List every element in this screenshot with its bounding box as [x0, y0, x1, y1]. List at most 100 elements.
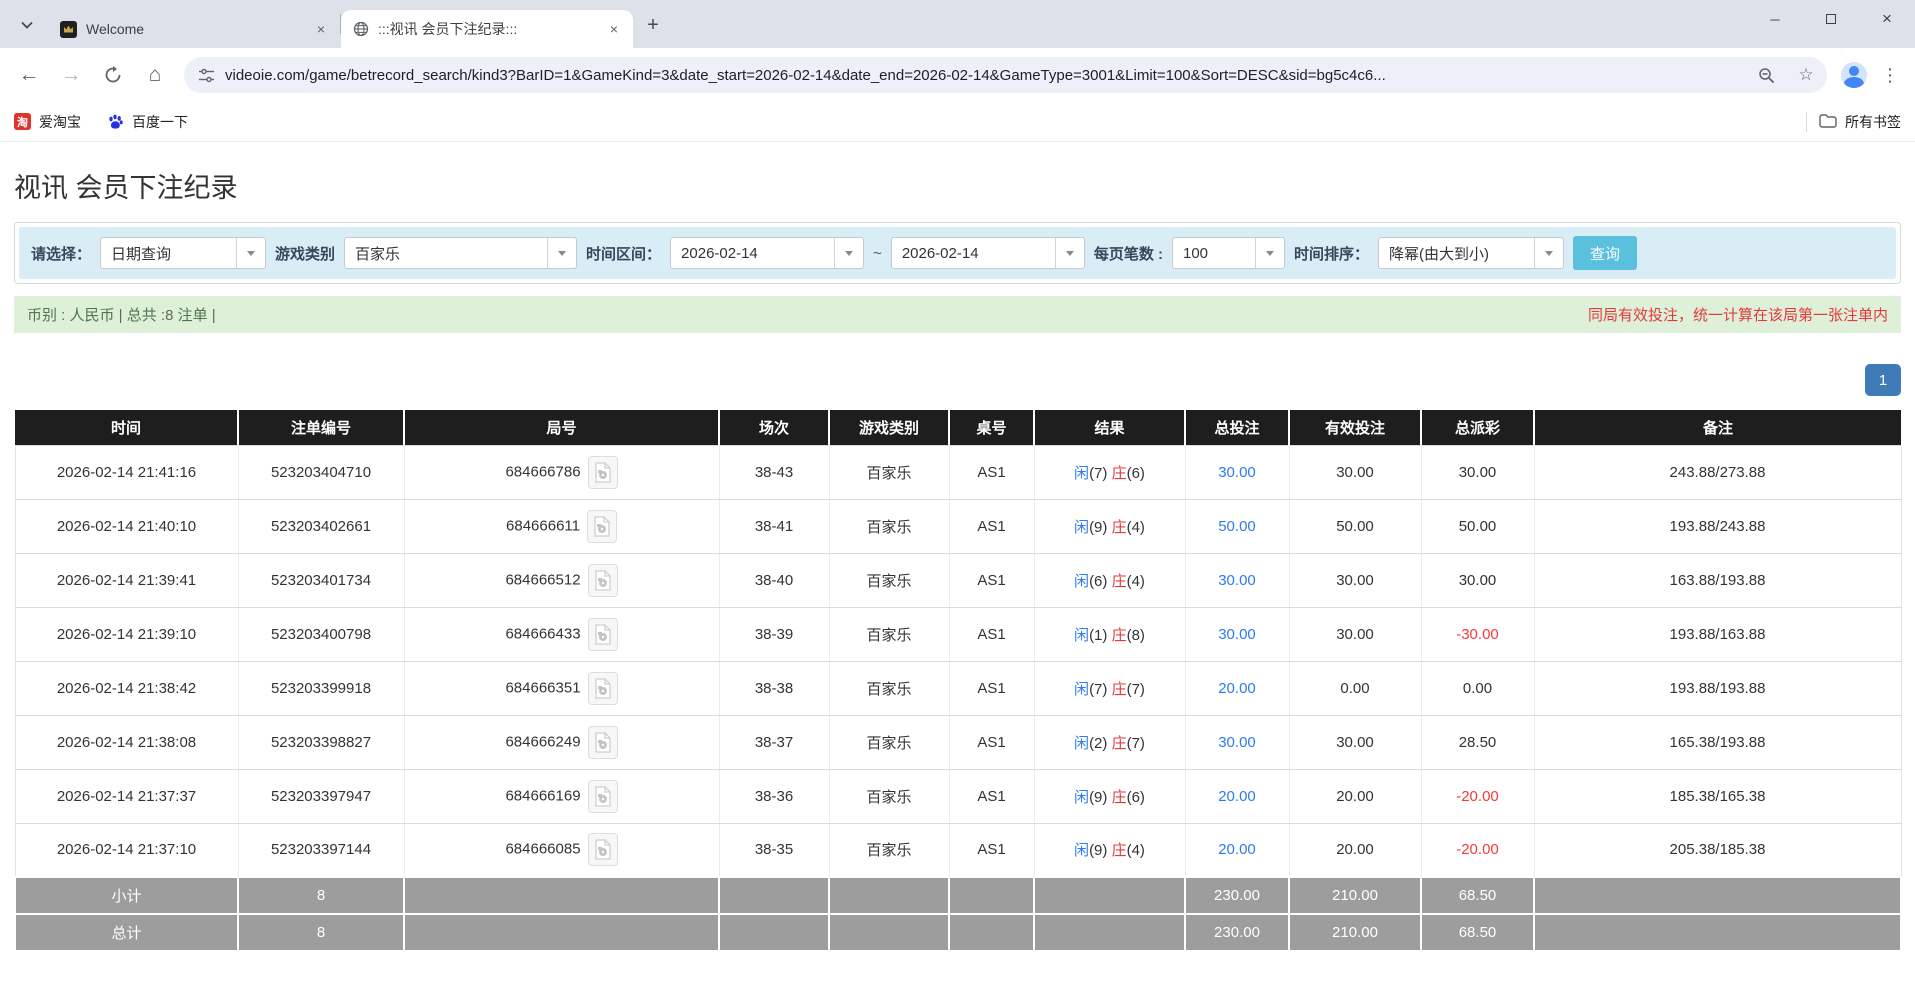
cell-remark: 165.38/193.88: [1534, 715, 1901, 769]
table-row: 2026-02-14 21:39:41 523203401734 6846665…: [15, 553, 1901, 607]
cell-valid-bet: 0.00: [1289, 661, 1421, 715]
column-header: 总派彩: [1421, 410, 1534, 445]
query-type-select[interactable]: 日期查询: [100, 237, 266, 269]
forward-icon[interactable]: →: [52, 56, 90, 94]
cell-payout: -20.00: [1421, 823, 1534, 877]
cell-table-no: AS1: [949, 715, 1034, 769]
cell-valid-bet: 30.00: [1289, 607, 1421, 661]
sort-select[interactable]: 降幂(由大到小): [1378, 237, 1564, 269]
all-bookmarks-label: 所有书签: [1845, 112, 1901, 132]
cell-round-id: 684666351: [404, 661, 719, 715]
tab-welcome[interactable]: Welcome ×: [48, 10, 340, 48]
video-replay-icon[interactable]: [588, 780, 618, 813]
total-bet-link[interactable]: 30.00: [1218, 572, 1256, 589]
cell-result: 闲(6) 庄(4): [1034, 553, 1185, 607]
summary-bar: 币别 : 人民币 | 总共 :8 注单 | 同局有效投注，统一计算在该局第一张注…: [14, 296, 1901, 333]
browser-menu-icon[interactable]: ⋮: [1875, 60, 1905, 90]
bookmark-star-icon[interactable]: ☆: [1791, 60, 1821, 90]
tab-betrecord[interactable]: :::视讯 会员下注纪录::: ×: [341, 10, 633, 48]
cell-result: 闲(9) 庄(6): [1034, 769, 1185, 823]
game-kind-select[interactable]: 百家乐: [344, 237, 577, 269]
column-header: 时间: [15, 410, 238, 445]
video-replay-icon[interactable]: [588, 833, 618, 866]
column-header: 注单编号: [238, 410, 404, 445]
tab-close-icon[interactable]: ×: [605, 20, 623, 38]
date-end-select[interactable]: 2026-02-14: [891, 237, 1085, 269]
cell-payout: -30.00: [1421, 607, 1534, 661]
cell-game-type: 百家乐: [829, 553, 949, 607]
tab-close-icon[interactable]: ×: [312, 20, 330, 38]
summary-cell: 8: [238, 877, 404, 914]
total-bet-link[interactable]: 50.00: [1218, 518, 1256, 535]
cell-time: 2026-02-14 21:38:42: [15, 661, 238, 715]
cell-game-type: 百家乐: [829, 715, 949, 769]
all-bookmarks[interactable]: 所有书签: [1819, 112, 1901, 132]
tab-title: Welcome: [86, 21, 303, 37]
maximize-button[interactable]: [1803, 0, 1859, 38]
cell-session: 38-35: [719, 823, 829, 877]
table-row: 2026-02-14 21:40:10 523203402661 6846666…: [15, 499, 1901, 553]
page-content: 视讯 会员下注纪录 请选择： 日期查询 游戏类别 百家乐 时间区间： 2026-…: [0, 166, 1915, 952]
bookmark-baidu[interactable]: 百度一下: [107, 112, 188, 132]
table-row: 2026-02-14 21:41:16 523203404710 6846667…: [15, 445, 1901, 499]
video-replay-icon[interactable]: [588, 618, 618, 651]
close-button[interactable]: ×: [1859, 0, 1915, 38]
cell-result: 闲(1) 庄(8): [1034, 607, 1185, 661]
cell-bet-id: 523203401734: [238, 553, 404, 607]
summary-cell: 68.50: [1421, 877, 1534, 914]
total-bet-link[interactable]: 20.00: [1218, 841, 1256, 858]
pagination-page-1-top[interactable]: 1: [1865, 364, 1901, 396]
url-text[interactable]: videoie.com/game/betrecord_search/kind3?…: [225, 67, 1741, 84]
address-bar[interactable]: videoie.com/game/betrecord_search/kind3?…: [184, 57, 1827, 93]
cell-table-no: AS1: [949, 499, 1034, 553]
cell-game-type: 百家乐: [829, 661, 949, 715]
new-tab-button[interactable]: +: [639, 11, 667, 39]
bookmark-aitaobao[interactable]: 淘 爱淘宝: [14, 112, 81, 132]
summary-row: 小计8230.00210.0068.50: [15, 877, 1901, 914]
home-icon[interactable]: ⌂: [136, 56, 174, 94]
total-bet-link[interactable]: 20.00: [1218, 788, 1256, 805]
minimize-button[interactable]: ─: [1747, 0, 1803, 38]
cell-time: 2026-02-14 21:39:41: [15, 553, 238, 607]
bet-records-table: 时间注单编号局号场次游戏类别桌号结果总投注有效投注总派彩备注 2026-02-1…: [14, 410, 1902, 952]
cell-payout: 30.00: [1421, 445, 1534, 499]
column-header: 结果: [1034, 410, 1185, 445]
total-bet-link[interactable]: 30.00: [1218, 734, 1256, 751]
total-bet-link[interactable]: 30.00: [1218, 464, 1256, 481]
chevron-down-icon: [834, 238, 863, 268]
total-bet-link[interactable]: 20.00: [1218, 680, 1256, 697]
globe-favicon-icon: [353, 21, 369, 37]
cell-round-id: 684666169: [404, 769, 719, 823]
zoom-icon[interactable]: [1751, 60, 1781, 90]
cell-result: 闲(9) 庄(4): [1034, 499, 1185, 553]
cell-game-type: 百家乐: [829, 769, 949, 823]
cell-round-id: 684666611: [404, 499, 719, 553]
tab-search-chevron-icon[interactable]: [12, 10, 42, 40]
cell-payout: -20.00: [1421, 769, 1534, 823]
cell-round-id: 684666085: [404, 823, 719, 877]
filter-panel: 请选择： 日期查询 游戏类别 百家乐 时间区间： 2026-02-14 ~ 20: [14, 222, 1901, 284]
date-start-select[interactable]: 2026-02-14: [670, 237, 864, 269]
video-replay-icon[interactable]: [588, 456, 618, 489]
total-bet-link[interactable]: 30.00: [1218, 626, 1256, 643]
profile-avatar[interactable]: [1837, 58, 1871, 92]
query-button[interactable]: 查询: [1573, 236, 1637, 270]
cell-remark: 205.38/185.38: [1534, 823, 1901, 877]
browser-toolbar: ← → ⌂ videoie.com/game/betrecord_search/…: [0, 48, 1915, 102]
chevron-down-icon: [1055, 238, 1084, 268]
cell-payout: 28.50: [1421, 715, 1534, 769]
back-icon[interactable]: ←: [10, 56, 48, 94]
summary-cell: 68.50: [1421, 914, 1534, 951]
per-page-select[interactable]: 100: [1172, 237, 1285, 269]
cell-game-type: 百家乐: [829, 607, 949, 661]
video-replay-icon[interactable]: [587, 510, 617, 543]
summary-cell: [949, 877, 1034, 914]
column-header: 游戏类别: [829, 410, 949, 445]
reload-icon[interactable]: [94, 56, 132, 94]
cell-round-id: 684666249: [404, 715, 719, 769]
video-replay-icon[interactable]: [588, 564, 618, 597]
video-replay-icon[interactable]: [588, 672, 618, 705]
video-replay-icon[interactable]: [588, 726, 618, 759]
cell-total-bet: 30.00: [1185, 607, 1289, 661]
site-settings-icon[interactable]: [198, 67, 215, 84]
